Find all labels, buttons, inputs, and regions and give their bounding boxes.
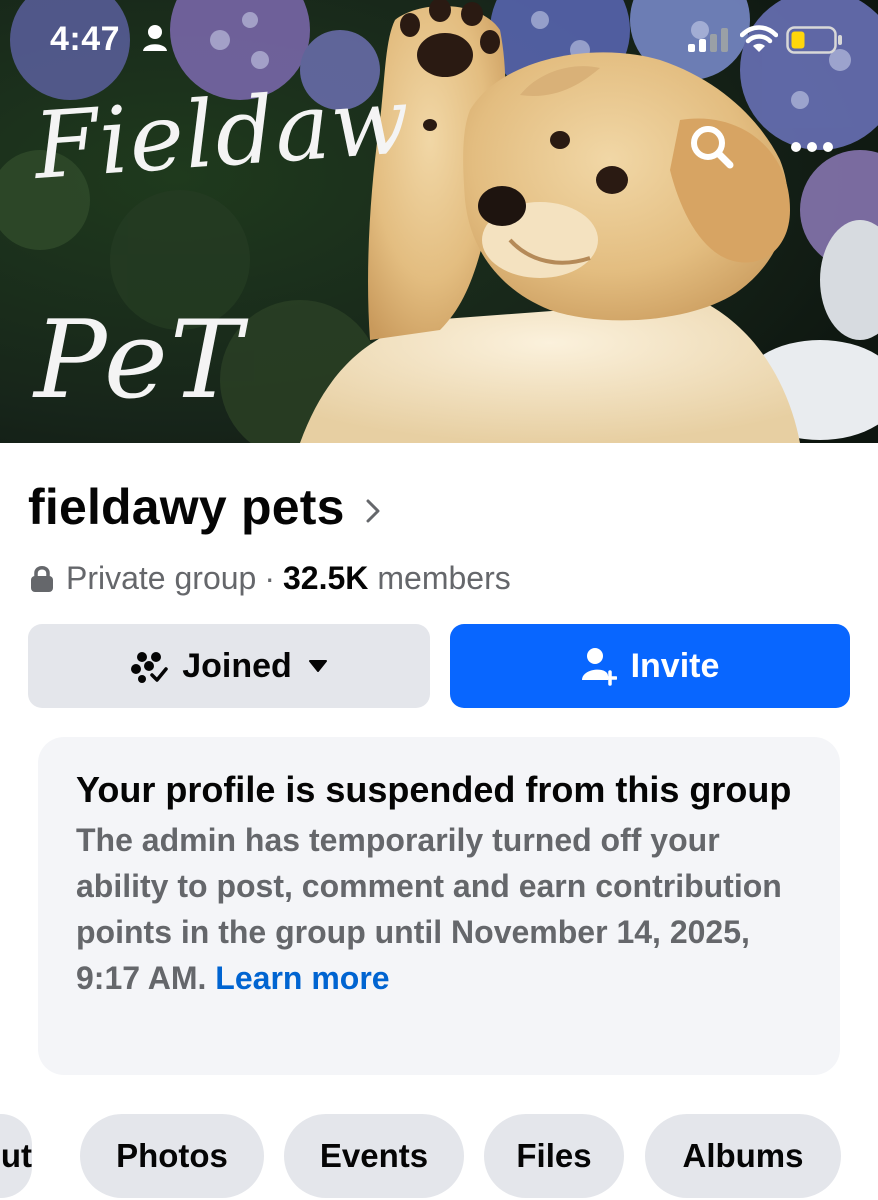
status-time: 4:47 [50,20,121,58]
group-joined-icon [131,652,168,683]
suspension-notice: Your profile is suspended from this grou… [38,737,840,1075]
more-icon[interactable] [780,115,844,179]
battery-icon [786,26,842,54]
group-name-link[interactable]: fieldawy pets [28,478,381,536]
chevron-right-icon [366,499,380,523]
notice-title: Your profile is suspended from this grou… [76,769,792,810]
group-meta: Private group · 32.5K members [30,560,511,597]
person-icon [143,25,167,51]
tab-albums[interactable]: Albums [645,1114,841,1198]
notice-body: The admin has temporarily turned off you… [76,817,802,1001]
group-cover-photo[interactable]: Fieldaw PeT 4:47 [0,0,878,443]
signal-icon [688,28,728,52]
group-tabs: ut Photos Events Files Albums [0,1114,878,1198]
member-count[interactable]: 32.5K [283,560,368,597]
notice-text: The admin has temporarily turned off you… [76,822,782,996]
member-label[interactable]: members [377,560,510,597]
tab-files[interactable]: Files [484,1114,624,1198]
tab-about[interactable]: ut [0,1114,32,1198]
lock-icon [31,565,53,592]
tab-photos[interactable]: Photos [80,1114,264,1198]
wifi-icon [740,25,778,52]
cover-text-pet: PeT [34,298,244,423]
learn-more-link[interactable]: Learn more [215,960,389,996]
search-icon[interactable] [680,115,744,179]
invite-label: Invite [630,646,720,685]
joined-button[interactable]: Joined [28,624,430,708]
joined-label: Joined [182,646,292,685]
add-person-icon [581,648,617,686]
tab-events[interactable]: Events [284,1114,464,1198]
invite-button[interactable]: Invite [450,624,850,708]
status-bar: 4:47 [0,0,878,80]
meta-separator: · [264,560,275,596]
privacy-label: Private group [66,560,257,596]
group-name: fieldawy pets [28,479,345,535]
caret-down-icon [308,660,327,672]
